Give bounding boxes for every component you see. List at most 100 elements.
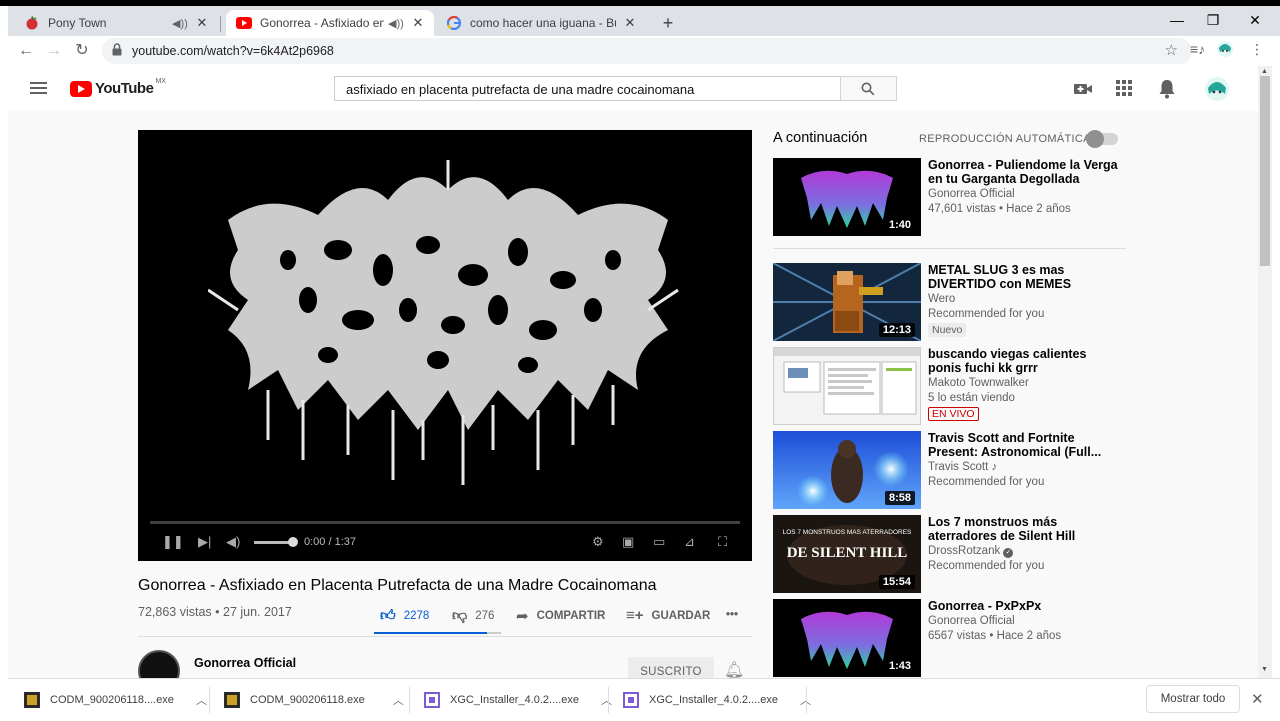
thumbnail-caption-main: DE SILENT HILL (786, 545, 908, 561)
tab-pony-town[interactable]: Pony Town ◀)) ✕ (8, 10, 218, 36)
youtube-wordmark: YouTube (95, 80, 154, 97)
download-item[interactable]: CODM_900206118....exe ︿ (24, 679, 207, 721)
channel-name[interactable]: Makoto Townwalker (928, 377, 1029, 389)
tab-google-search[interactable]: como hacer una iguana - Búsque ✕ (436, 10, 646, 36)
youtube-logo[interactable]: YouTube MX (70, 78, 166, 97)
scrollbar-thumb[interactable] (1260, 76, 1270, 266)
video-title[interactable]: Los 7 monstruos más aterradores de Silen… (928, 515, 1118, 543)
video-title[interactable]: Travis Scott and Fortnite Present: Astro… (928, 431, 1118, 459)
video-title[interactable]: Gonorrea - PxPxPx (928, 599, 1118, 613)
video-meta: 5 lo están viendo (928, 392, 1015, 404)
apps-grid-icon[interactable] (1115, 79, 1135, 99)
video-meta: 6567 vistas • Hace 2 años (928, 630, 1062, 642)
more-actions-button[interactable]: ••• (726, 609, 738, 621)
reload-icon[interactable]: ↻ (72, 41, 92, 61)
hamburger-menu-icon[interactable] (30, 82, 47, 94)
notifications-bell-icon[interactable] (1158, 79, 1178, 99)
video-thumbnail[interactable]: 1:40 (773, 158, 921, 236)
channel-name[interactable]: Travis Scott ♪ (928, 461, 997, 473)
dislike-button[interactable]: 👎︎ 276 (452, 607, 494, 625)
back-icon[interactable]: ← (16, 41, 36, 61)
fullscreen-icon[interactable]: ⛶ (718, 534, 727, 550)
video-title[interactable]: Gonorrea - Puliendome la Verga en tu Gar… (928, 158, 1118, 186)
sidebar-divider (773, 248, 1126, 249)
video-thumbnail[interactable]: 12:13 (773, 263, 921, 341)
video-duration: 8:58 (884, 491, 915, 505)
close-tab-icon[interactable]: ✕ (194, 15, 210, 31)
search-icon (861, 82, 875, 96)
recommended-video[interactable]: buscando viegas calientes ponis fuchi kk… (773, 347, 1133, 427)
show-all-downloads-button[interactable]: Mostrar todo (1146, 685, 1240, 713)
close-tab-icon[interactable]: ✕ (622, 15, 638, 31)
search-button[interactable] (840, 76, 897, 101)
create-video-icon[interactable] (1073, 79, 1093, 99)
speaker-icon[interactable]: ◀)) (172, 17, 188, 30)
video-duration: 1:40 (884, 218, 915, 232)
speaker-icon[interactable]: ◀)) (388, 17, 404, 30)
forward-icon[interactable]: → (44, 41, 64, 61)
progress-bar[interactable] (150, 521, 740, 524)
recommended-video[interactable]: 8:58 Travis Scott and Fortnite Present: … (773, 431, 1133, 511)
exe-file-icon (224, 692, 240, 708)
download-item[interactable]: CODM_900206118.exe ︿ (224, 679, 404, 721)
minimize-icon[interactable]: — (1164, 12, 1190, 28)
profile-avatar-icon[interactable] (1216, 40, 1234, 61)
recommended-video[interactable]: LOS 7 MONSTRUOS MAS ATERRADORES DE SILEN… (773, 515, 1133, 595)
youtube-icon (236, 15, 252, 31)
download-item[interactable]: XGC_Installer_4.0.2....exe ︿ (623, 679, 811, 721)
channel-name[interactable]: Gonorrea Official (928, 188, 1015, 200)
download-item[interactable]: XGC_Installer_4.0.2....exe ︿ (424, 679, 612, 721)
chevron-up-icon[interactable]: ︿ (196, 692, 207, 708)
autoplay-toggle[interactable] (1086, 130, 1118, 148)
scroll-up-arrow-icon[interactable]: ▲ (1261, 68, 1268, 75)
share-button[interactable]: ➦ COMPARTIR (516, 607, 605, 625)
channel-name[interactable]: DrossRotzank ✓ (928, 545, 1014, 558)
scroll-down-arrow-icon[interactable]: ▼ (1261, 666, 1268, 673)
like-button[interactable]: 👍︎ 2278 (380, 607, 429, 625)
new-tab-button[interactable]: + (658, 14, 678, 32)
media-queue-icon[interactable]: ≡♪ (1190, 41, 1205, 57)
miniplayer-icon[interactable]: ▣ (622, 534, 634, 550)
pause-icon[interactable]: ❚❚ (162, 534, 184, 550)
theater-mode-icon[interactable]: ▭ (653, 534, 665, 550)
youtube-header: YouTube MX asfixiado en placenta putrefa… (8, 66, 1258, 110)
video-thumbnail[interactable] (773, 347, 921, 425)
subscribed-button[interactable]: SUSCRITO (628, 657, 714, 678)
restore-icon[interactable]: ❐ (1200, 12, 1226, 29)
bookmark-star-icon[interactable]: ☆ (1165, 41, 1178, 59)
video-thumbnail[interactable]: 8:58 (773, 431, 921, 509)
address-bar[interactable]: youtube.com/watch?v=6k4At2p6968 ☆ (102, 38, 1192, 64)
search-input[interactable]: asfixiado en placenta putrefacta de una … (334, 76, 841, 101)
chrome-menu-icon[interactable]: ⋮ (1250, 41, 1264, 58)
channel-avatar[interactable] (138, 650, 180, 678)
channel-name[interactable]: Gonorrea Official (928, 615, 1015, 627)
like-ratio-fill (374, 632, 488, 634)
video-title[interactable]: buscando viegas calientes ponis fuchi kk… (928, 347, 1118, 375)
close-shelf-icon[interactable]: ✕ (1251, 690, 1264, 708)
video-player[interactable]: ❚❚ ▶| ◀) 0:00 / 1:37 ⚙ ▣ ▭ ⊿ ⛶ (138, 130, 752, 561)
recommended-video[interactable]: 12:13 METAL SLUG 3 es mas DIVERTIDO con … (773, 263, 1133, 343)
channel-name[interactable]: Gonorrea Official (194, 656, 296, 670)
recommended-video[interactable]: 1:40 Gonorrea - Puliendome la Verga en t… (773, 158, 1133, 238)
tab-gonorrea[interactable]: Gonorrea - Asfixiado en Plac ◀)) ✕ (226, 10, 434, 36)
recommended-video[interactable]: 1:43 Gonorrea - PxPxPx Gonorrea Official… (773, 599, 1133, 678)
settings-gear-icon[interactable]: ⚙ (592, 534, 604, 550)
volume-icon[interactable]: ◀) (226, 534, 240, 550)
close-window-icon[interactable]: ✕ (1242, 12, 1268, 29)
page-scrollbar[interactable]: ▲ ▼ (1258, 66, 1272, 678)
lock-icon[interactable] (112, 43, 126, 59)
notification-bell-icon[interactable]: 🔔︎ (724, 660, 744, 678)
video-thumbnail[interactable]: LOS 7 MONSTRUOS MAS ATERRADORES DE SILEN… (773, 515, 921, 593)
cast-icon[interactable]: ⊿ (684, 534, 695, 550)
volume-slider[interactable] (254, 541, 292, 544)
next-icon[interactable]: ▶| (198, 534, 211, 550)
volume-knob[interactable] (288, 537, 298, 547)
channel-name[interactable]: Wero (928, 293, 955, 305)
video-thumbnail[interactable]: 1:43 (773, 599, 921, 677)
chevron-up-icon[interactable]: ︿ (393, 692, 404, 708)
save-button[interactable]: ≡+ GUARDAR (626, 607, 710, 624)
close-tab-icon[interactable]: ✕ (410, 15, 426, 31)
chevron-up-icon[interactable]: ︿ (601, 692, 612, 708)
account-avatar-icon[interactable] (1204, 76, 1230, 102)
video-title[interactable]: METAL SLUG 3 es mas DIVERTIDO con MEMES (928, 263, 1118, 291)
